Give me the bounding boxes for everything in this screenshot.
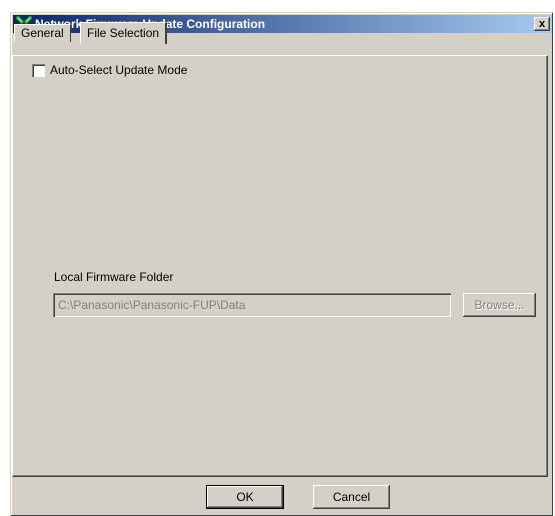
ok-button[interactable]: OK bbox=[206, 485, 284, 509]
tab-panel bbox=[12, 55, 548, 477]
tab-general-label: General bbox=[21, 26, 64, 40]
tab-file-selection-label: File Selection bbox=[87, 26, 160, 40]
auto-select-label[interactable]: Auto-Select Update Mode bbox=[50, 63, 187, 77]
close-button[interactable]: x bbox=[534, 17, 550, 31]
close-icon: x bbox=[538, 18, 546, 30]
auto-select-checkbox[interactable] bbox=[32, 64, 45, 77]
folder-path-input[interactable] bbox=[53, 293, 451, 317]
tab-file-selection[interactable]: File Selection bbox=[80, 22, 168, 44]
tab-general[interactable]: General bbox=[14, 24, 71, 42]
browse-button[interactable]: Browse... bbox=[463, 293, 536, 317]
cancel-button[interactable]: Cancel bbox=[313, 485, 390, 509]
local-firmware-folder-label: Local Firmware Folder bbox=[54, 270, 174, 284]
